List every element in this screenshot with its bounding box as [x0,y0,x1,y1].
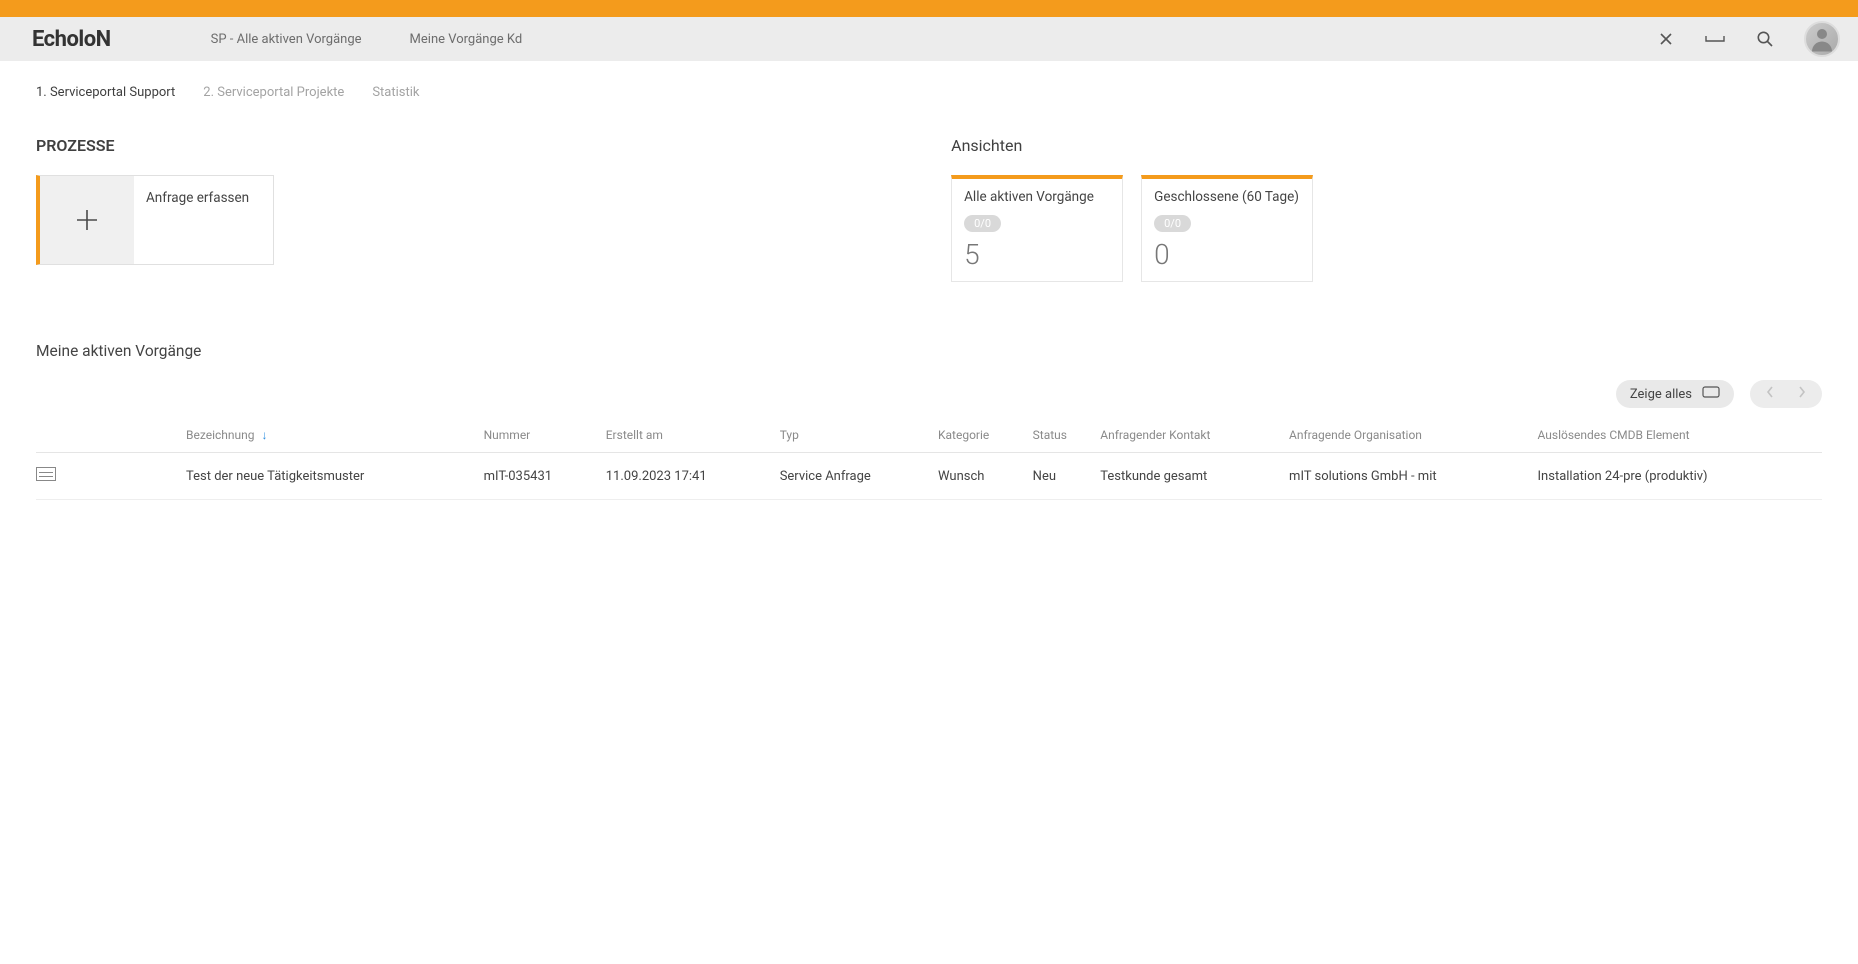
col-typ[interactable]: Typ [780,418,938,453]
col-organisation[interactable]: Anfragende Organisation [1289,418,1537,453]
col-kategorie[interactable]: Kategorie [938,418,1033,453]
view-card-title: Alle aktiven Vorgänge [964,189,1110,205]
col-status[interactable]: Status [1033,418,1101,453]
cell-erstellt-am: 11.09.2023 17:41 [606,453,780,500]
cell-typ: Service Anfrage [780,453,938,500]
next-page-icon[interactable] [1798,386,1806,402]
data-table: Bezeichnung ↓ Nummer Erstellt am Typ Kat… [36,418,1822,500]
cell-nummer: mIT-035431 [484,453,606,500]
space-icon[interactable] [1704,32,1726,46]
avatar[interactable] [1804,21,1840,57]
processes-title: PROZESSE [36,136,911,155]
show-all-button[interactable]: Zeige alles [1616,380,1734,408]
col-cmdb[interactable]: Auslösendes CMDB Element [1538,418,1822,453]
table-row[interactable]: Test der neue Tätigkeitsmuster mIT-03543… [36,453,1822,500]
col-nummer[interactable]: Nummer [484,418,606,453]
expand-icon [1702,386,1720,402]
row-details-icon[interactable] [36,467,56,481]
views-title: Ansichten [951,136,1822,155]
breadcrumb: SP - Alle aktiven Vorgänge Meine Vorgäng… [211,32,523,47]
top-accent-strip [0,0,1858,17]
cell-cmdb: Installation 24-pre (produktiv) [1538,453,1822,500]
col-kontakt[interactable]: Anfragender Kontakt [1100,418,1289,453]
header-actions [1658,21,1840,57]
prev-page-icon[interactable] [1766,386,1774,402]
table-section-title: Meine aktiven Vorgänge [36,342,1822,360]
tab-serviceportal-support[interactable]: 1. Serviceportal Support [36,85,175,100]
view-card-count: 5 [964,238,1110,271]
view-card-count: 0 [1154,238,1300,271]
view-card-geschlossene[interactable]: Geschlossene (60 Tage) 0/0 0 [1141,175,1313,282]
cell-organisation: mIT solutions GmbH - mit [1289,453,1537,500]
table-toolbar: Zeige alles [36,380,1822,408]
tab-statistik[interactable]: Statistik [372,85,419,100]
header-bar: EcholoN SP - Alle aktiven Vorgänge Meine… [0,17,1858,61]
plus-icon [40,176,134,264]
breadcrumb-item-1[interactable]: Meine Vorgänge Kd [410,32,523,47]
sort-arrow-down-icon: ↓ [261,428,267,442]
view-card-badge: 0/0 [1154,215,1191,232]
cell-bezeichnung: Test der neue Tätigkeitsmuster [186,453,484,500]
process-card-label: Anfrage erfassen [134,176,273,264]
breadcrumb-item-0[interactable]: SP - Alle aktiven Vorgänge [211,32,362,47]
show-all-label: Zeige alles [1630,387,1692,402]
col-bezeichnung[interactable]: Bezeichnung ↓ [186,418,484,453]
pager [1750,380,1822,408]
app-logo[interactable]: EcholoN [32,27,111,52]
view-card-title: Geschlossene (60 Tage) [1154,189,1300,205]
process-card-anfrage-erfassen[interactable]: Anfrage erfassen [36,175,274,265]
cell-kategorie: Wunsch [938,453,1033,500]
tabs: 1. Serviceportal Support 2. Serviceporta… [0,61,1858,100]
cell-status: Neu [1033,453,1101,500]
view-card-aktive-vorgaenge[interactable]: Alle aktiven Vorgänge 0/0 5 [951,175,1123,282]
close-icon[interactable] [1658,31,1674,47]
tab-serviceportal-projekte[interactable]: 2. Serviceportal Projekte [203,85,344,100]
col-erstellt-am[interactable]: Erstellt am [606,418,780,453]
cell-kontakt: Testkunde gesamt [1100,453,1289,500]
search-icon[interactable] [1756,30,1774,48]
view-card-badge: 0/0 [964,215,1001,232]
